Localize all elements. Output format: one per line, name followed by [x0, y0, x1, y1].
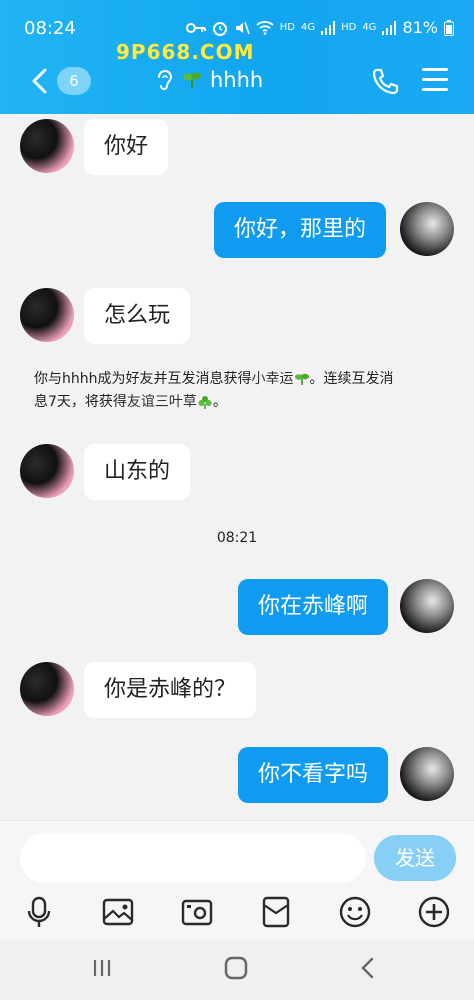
message-bubble-in[interactable]: 你是赤峰的？ — [84, 662, 257, 718]
notice-link-clover[interactable]: 友谊三叶草 — [127, 394, 197, 410]
message-list[interactable]: 你好 你好，那里的 怎么玩 你与hhhh成为好友并互发消息获得小幸运 。连续互发消… — [0, 114, 474, 820]
network-label-2: 4G — [362, 22, 377, 33]
signal-icon — [321, 20, 336, 35]
system-nav-bar — [0, 940, 474, 1000]
emoji-icon[interactable] — [338, 895, 372, 929]
red-packet-icon[interactable] — [259, 895, 293, 929]
battery-icon — [444, 19, 454, 36]
plus-icon[interactable] — [417, 895, 451, 929]
signal-icon-2 — [382, 20, 397, 35]
contact-name: hhhh — [210, 68, 264, 92]
chevron-left-icon[interactable] — [26, 66, 56, 96]
contact-avatar[interactable] — [20, 119, 74, 173]
watermark-logo: 9P668.COM — [116, 40, 255, 64]
clover-icon — [198, 396, 212, 409]
key-icon — [185, 22, 206, 33]
camera-icon[interactable] — [180, 895, 214, 929]
send-button[interactable]: 发送 — [374, 835, 456, 881]
network-label-1: 4G — [300, 22, 316, 33]
wifi-icon — [256, 20, 274, 35]
home-icon[interactable] — [223, 955, 249, 981]
message-bubble-in[interactable]: 怎么玩 — [84, 288, 191, 344]
notice-text: 息7天，将获得 — [34, 394, 127, 410]
self-avatar[interactable] — [400, 202, 454, 256]
sprout-icon — [294, 373, 309, 385]
message-bubble-out[interactable]: 你在赤峰啊 — [238, 579, 389, 635]
image-icon[interactable] — [101, 895, 135, 929]
message-input[interactable] — [20, 833, 366, 883]
self-avatar[interactable] — [400, 747, 454, 801]
message-bubble-out[interactable]: 你不看字吗 — [238, 747, 389, 803]
message-bubble-out[interactable]: 你好，那里的 — [214, 202, 387, 258]
input-bar: 发送 — [0, 820, 474, 941]
chat-header: 08:24 HD 4G HD 4G 81% 9P668.COM 6 hhhh — [0, 0, 474, 114]
self-avatar[interactable] — [400, 579, 454, 633]
recent-apps-icon[interactable] — [90, 956, 114, 980]
contact-avatar[interactable] — [20, 444, 74, 498]
ear-icon — [158, 70, 173, 90]
mic-icon[interactable] — [22, 895, 56, 929]
phone-icon[interactable] — [370, 66, 400, 96]
contact-avatar[interactable] — [20, 662, 74, 716]
sprout-icon — [183, 72, 201, 88]
friendship-notice: 你与hhhh成为好友并互发消息获得小幸运 。连续互发消 息7天，将获得友谊三叶草。 — [34, 368, 444, 414]
notice-text: 。 — [212, 394, 227, 410]
hd-label-2: HD — [341, 22, 357, 33]
alarm-icon — [212, 21, 227, 36]
contact-avatar[interactable] — [20, 288, 74, 342]
message-bubble-in[interactable]: 山东的 — [84, 444, 191, 500]
notice-text: 你与hhhh成为好友并互发消息获得 — [34, 371, 252, 387]
contact-title[interactable]: hhhh — [156, 68, 263, 92]
back-nav-icon[interactable] — [356, 955, 380, 981]
mute-icon — [235, 21, 250, 34]
message-bubble-in[interactable]: 你好 — [84, 119, 169, 175]
status-icons: HD 4G HD 4G 81% — [185, 18, 454, 37]
message-timestamp: 08:21 — [216, 530, 258, 546]
status-time: 08:24 — [24, 18, 76, 39]
notice-link-lucky[interactable]: 小幸运 — [252, 371, 294, 387]
hd-label-1: HD — [279, 22, 295, 33]
battery-percent: 81% — [402, 18, 438, 37]
nav-bar: 6 hhhh — [0, 62, 474, 102]
unread-badge: 6 — [57, 67, 91, 95]
input-toolbar — [0, 889, 474, 935]
menu-icon[interactable] — [422, 68, 448, 92]
notice-text: 。连续互发消 — [309, 371, 394, 387]
